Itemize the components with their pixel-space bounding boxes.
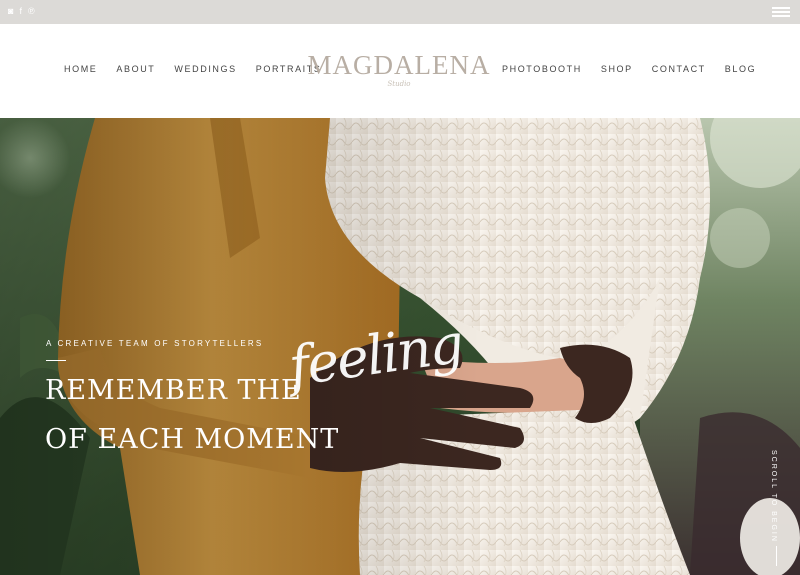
logo-subtitle: Studio — [387, 80, 411, 88]
scroll-to-begin-link[interactable]: SCROLL TO BEGIN — [770, 450, 777, 543]
hero-headline-line1: REMEMBER THE — [45, 375, 302, 406]
hero-kicker: A CREATIVE TEAM OF STORYTELLERS — [46, 339, 264, 348]
hero-headline-line2: OF EACH MOMENT — [45, 424, 340, 455]
nav-blog[interactable]: BLOG — [725, 64, 756, 74]
nav-shop[interactable]: SHOP — [601, 64, 633, 74]
facebook-icon[interactable]: f — [19, 6, 22, 17]
site-logo[interactable]: MAGDALENA Studio — [306, 50, 492, 88]
nav-home[interactable]: HOME — [64, 64, 97, 74]
kicker-divider — [46, 360, 66, 361]
pinterest-icon[interactable]: ℗ — [28, 6, 35, 17]
top-utility-bar: ◙ f ℗ — [0, 0, 800, 24]
hero-section: A CREATIVE TEAM OF STORYTELLERS REMEMBER… — [0, 118, 800, 575]
hamburger-menu-icon[interactable] — [772, 7, 790, 17]
instagram-icon[interactable]: ◙ — [8, 6, 13, 17]
nav-right: PHOTOBOOTH SHOP CONTACT BLOG — [502, 64, 756, 74]
scroll-indicator-line — [776, 546, 777, 566]
nav-about[interactable]: ABOUT — [116, 64, 155, 74]
logo-wordmark: MAGDALENA — [307, 50, 491, 80]
nav-contact[interactable]: CONTACT — [652, 64, 706, 74]
nav-photobooth[interactable]: PHOTOBOOTH — [502, 64, 582, 74]
site-header: HOME ABOUT WEDDINGS PORTRAITS MAGDALENA … — [0, 24, 800, 118]
nav-weddings[interactable]: WEDDINGS — [174, 64, 236, 74]
social-links: ◙ f ℗ — [8, 6, 35, 17]
nav-left: HOME ABOUT WEDDINGS PORTRAITS — [64, 64, 321, 74]
